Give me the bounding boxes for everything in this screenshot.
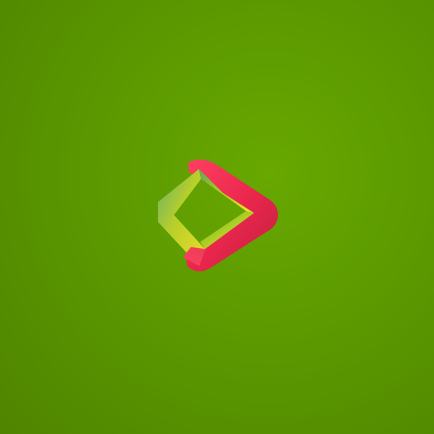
play-diamond-logo-icon [158, 159, 279, 272]
splash-screen [0, 0, 434, 434]
app-logo [150, 155, 285, 280]
